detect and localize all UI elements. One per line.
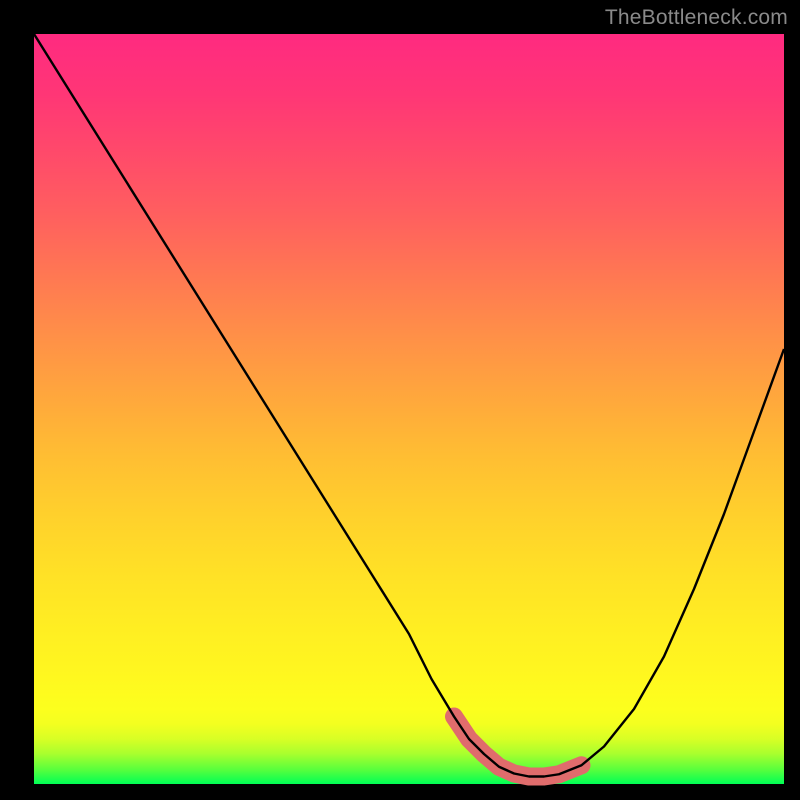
watermark-text: TheBottleneck.com <box>605 6 788 30</box>
main-curve <box>34 34 784 777</box>
chart-plot-area <box>34 34 784 784</box>
highlight-segment <box>454 717 582 777</box>
chart-svg <box>34 34 784 784</box>
chart-frame: TheBottleneck.com <box>0 0 800 800</box>
